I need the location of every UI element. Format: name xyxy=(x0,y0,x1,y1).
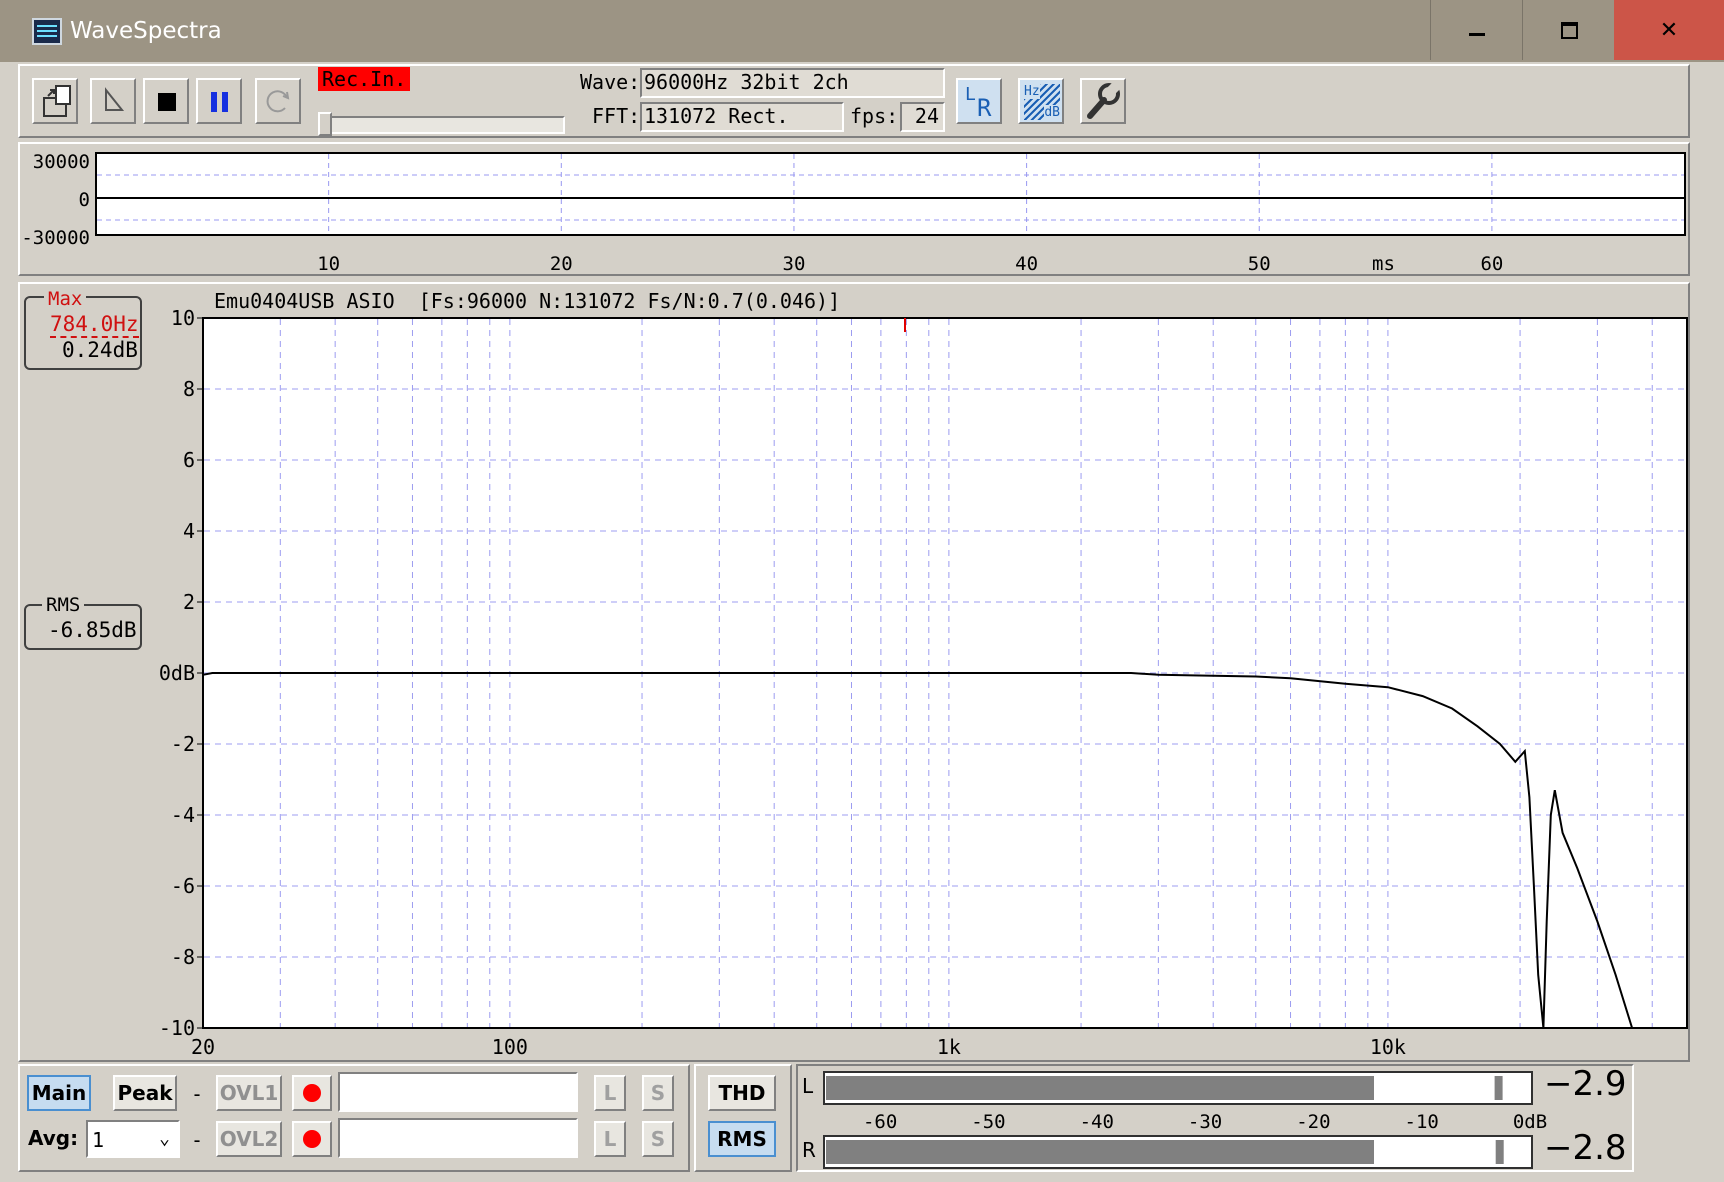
app-window: WaveSpectra ✕ Rec.In. Wave: 96000Hz 32bi… xyxy=(0,0,1724,1182)
meter-scale-label: -20 xyxy=(1296,1111,1330,1133)
spectrum-chart: 10 8 6 4 2 0dB -2 -4 -6 -8 -10 20 100 1k 10k xyxy=(159,306,1688,1059)
spectrum-y-tick-label: -6 xyxy=(171,874,195,898)
spectrum-y-tick-label: 10 xyxy=(171,306,195,330)
ovl2-load-button[interactable]: L xyxy=(594,1121,626,1157)
spectrum-x-tick-label: 100 xyxy=(492,1035,528,1059)
meter-scale-label: -30 xyxy=(1188,1111,1222,1133)
meter-scale-label: -50 xyxy=(971,1111,1005,1133)
spectrum-y-tick-label: -2 xyxy=(171,732,195,756)
avg-value: 1 xyxy=(92,1128,105,1152)
rms-button[interactable]: RMS xyxy=(708,1121,776,1157)
ovl2-name-field[interactable] xyxy=(338,1118,578,1158)
meter-right-level-bar xyxy=(826,1140,1374,1164)
ovl1-record-button[interactable] xyxy=(292,1075,332,1111)
meter-right-value: −2.8 xyxy=(1544,1128,1627,1168)
avg-label: Avg: xyxy=(28,1126,79,1150)
separator-dash-1: - xyxy=(191,1082,204,1106)
spectrum-y-tick-label: 8 xyxy=(183,377,195,401)
spectrum-x-tick-label: 10k xyxy=(1370,1035,1406,1059)
meter-scale-label: -40 xyxy=(1080,1111,1114,1133)
meter-right-peak-marker xyxy=(1495,1140,1504,1164)
spectrum-y-tick-label: -10 xyxy=(159,1016,195,1040)
meter-left-value: −2.9 xyxy=(1544,1064,1627,1104)
level-meter: -60 -50 -40 -30 -20 -10 0dB xyxy=(823,1071,1547,1169)
spectrum-y-tick-label: 0dB xyxy=(159,661,195,685)
avg-select[interactable]: 1 ⌄ xyxy=(86,1120,180,1158)
thd-button[interactable]: THD xyxy=(708,1075,776,1111)
spectrum-y-tick-label: 6 xyxy=(183,448,195,472)
record-icon xyxy=(303,1130,321,1148)
peak-button[interactable]: Peak xyxy=(113,1075,177,1111)
meter-left-level-bar xyxy=(826,1076,1374,1100)
ovl2-record-button[interactable] xyxy=(292,1121,332,1157)
spectrum-y-tick-label: 2 xyxy=(183,590,195,614)
spectrum-x-tick-label: 20 xyxy=(191,1035,215,1059)
ovl1-name-field[interactable] xyxy=(338,1072,578,1112)
separator-dash-2: - xyxy=(191,1128,204,1152)
meter-left-peak-marker xyxy=(1494,1076,1503,1100)
spectrum-y-tick-label: -4 xyxy=(171,803,195,827)
chevron-down-icon: ⌄ xyxy=(159,1128,170,1149)
spectrum-y-tick-label: -8 xyxy=(171,945,195,969)
ovl1-load-button[interactable]: L xyxy=(594,1075,626,1111)
record-icon xyxy=(303,1084,321,1102)
meter-scale-label: -60 xyxy=(863,1111,897,1133)
spectrum-y-tick-label: 4 xyxy=(183,519,195,543)
ovl2-button[interactable]: OVL2 xyxy=(216,1121,282,1157)
meter-scale-label: -10 xyxy=(1405,1111,1439,1133)
ovl1-save-button[interactable]: S xyxy=(642,1075,674,1111)
spectrum-x-tick-label: 1k xyxy=(937,1035,961,1059)
ovl1-button[interactable]: OVL1 xyxy=(216,1075,282,1111)
ovl2-save-button[interactable]: S xyxy=(642,1121,674,1157)
main-button[interactable]: Main xyxy=(27,1075,91,1111)
meter-scale-label: 0dB xyxy=(1513,1111,1547,1133)
